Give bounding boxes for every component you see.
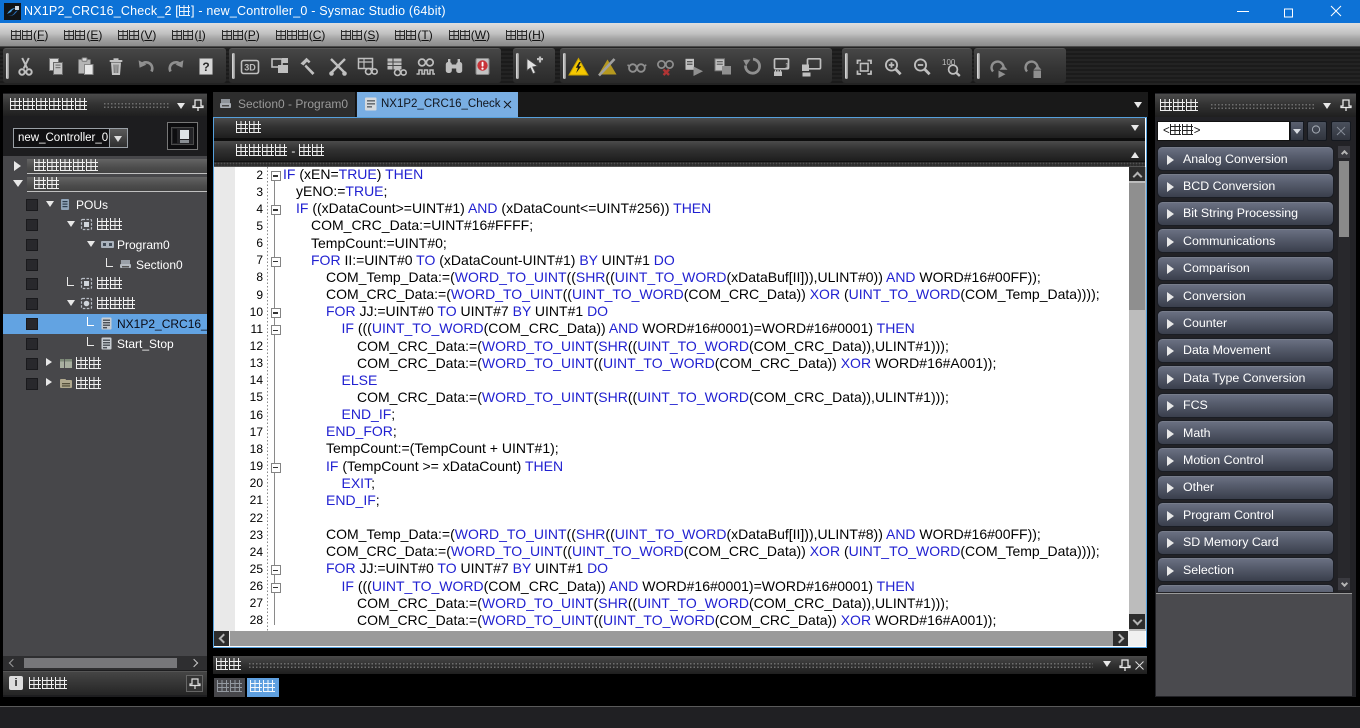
svg-text:3D: 3D: [244, 63, 256, 73]
svg-text:?: ?: [202, 60, 209, 74]
svg-text:1: 1: [785, 63, 789, 70]
